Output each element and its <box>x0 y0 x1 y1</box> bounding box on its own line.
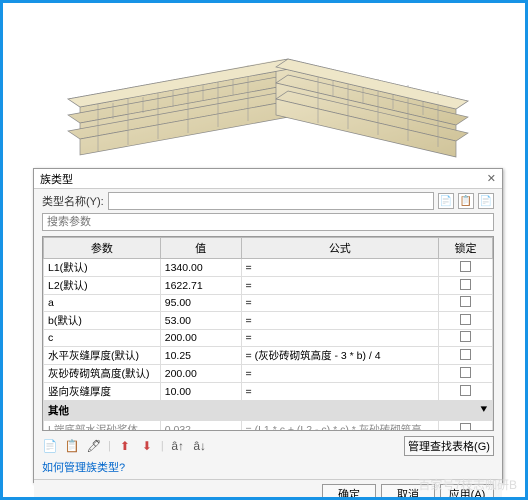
dialog-titlebar: 族类型 ✕ <box>34 169 502 189</box>
cell-lock[interactable] <box>439 365 493 383</box>
lock-checkbox[interactable] <box>460 314 471 325</box>
cell-value[interactable]: 1340.00 <box>160 259 241 277</box>
table-row[interactable]: c200.00= <box>44 330 493 347</box>
table-row[interactable]: L端底部水泥砂浆体积(默认)0.032= (L1 * c + (L2 - c) … <box>44 421 493 432</box>
lookup-tables-button[interactable]: 管理查找表格(G) <box>404 436 494 456</box>
ok-button[interactable]: 确定 <box>322 484 376 500</box>
cell-value[interactable]: 200.00 <box>160 365 241 383</box>
cell-param[interactable]: 水平灰缝厚度(默认) <box>44 347 161 365</box>
cell-param[interactable]: L1(默认) <box>44 259 161 277</box>
table-row[interactable]: 灰砂砖砌筑高度(默认)200.00= <box>44 365 493 383</box>
lock-checkbox[interactable] <box>460 331 471 342</box>
cell-lock[interactable] <box>439 312 493 330</box>
search-params-input[interactable] <box>42 213 494 231</box>
cell-lock[interactable] <box>439 330 493 347</box>
type-name-label: 类型名称(Y): <box>42 193 104 209</box>
cell-lock[interactable] <box>439 259 493 277</box>
lock-checkbox[interactable] <box>460 296 471 307</box>
cell-formula[interactable]: = (灰砂砖砌筑高度 - 3 * b) / 4 <box>241 347 439 365</box>
cell-param[interactable]: 灰砂砖砌筑高度(默认) <box>44 365 161 383</box>
cell-value[interactable]: 10.00 <box>160 383 241 401</box>
col-value[interactable]: 值 <box>160 238 241 259</box>
dialog-title: 族类型 <box>40 171 73 187</box>
group-row-other[interactable]: 其他⯆ <box>44 401 493 421</box>
cell-value[interactable]: 1622.71 <box>160 277 241 295</box>
table-row[interactable]: a95.00= <box>44 295 493 312</box>
cell-param[interactable]: 竖向灰缝厚度 <box>44 383 161 401</box>
rename-type-icon[interactable]: 📄 <box>478 193 494 209</box>
cell-formula[interactable]: = <box>241 330 439 347</box>
cell-value[interactable]: 0.032 <box>160 421 241 432</box>
lock-checkbox[interactable] <box>460 279 471 290</box>
col-lock[interactable]: 锁定 <box>439 238 493 259</box>
delete-param-icon[interactable]: 🖊 <box>86 438 102 454</box>
table-row[interactable]: L2(默认)1622.71= <box>44 277 493 295</box>
lock-checkbox[interactable] <box>460 423 471 432</box>
watermark-text: 百家号7枝志咖研B <box>418 476 517 493</box>
cell-formula[interactable]: = <box>241 383 439 401</box>
new-param-icon[interactable]: 📄 <box>42 438 58 454</box>
table-row[interactable]: L1(默认)1340.00= <box>44 259 493 277</box>
cell-param[interactable]: L2(默认) <box>44 277 161 295</box>
move-down-icon[interactable]: ⬇ <box>139 438 155 454</box>
cell-value[interactable]: 95.00 <box>160 295 241 312</box>
col-param[interactable]: 参数 <box>44 238 161 259</box>
wall-model-preview <box>63 11 483 166</box>
table-row[interactable]: 水平灰缝厚度(默认)10.25= (灰砂砖砌筑高度 - 3 * b) / 4 <box>44 347 493 365</box>
lock-checkbox[interactable] <box>460 349 471 360</box>
lock-checkbox[interactable] <box>460 367 471 378</box>
cell-param[interactable]: L端底部水泥砂浆体积(默认) <box>44 421 161 432</box>
cell-param[interactable]: a <box>44 295 161 312</box>
cell-param[interactable]: b(默认) <box>44 312 161 330</box>
cell-param[interactable]: c <box>44 330 161 347</box>
cell-formula[interactable]: = <box>241 312 439 330</box>
cell-lock[interactable] <box>439 347 493 365</box>
cell-formula[interactable]: = (L1 * c + (L2 - c) * c) * 灰砂砖砌筑高度 - a <box>241 421 439 432</box>
cell-formula[interactable]: = <box>241 259 439 277</box>
parameter-table[interactable]: 参数 值 公式 锁定 L1(默认)1340.00=L2(默认)1622.71=a… <box>42 236 494 431</box>
family-types-dialog: 族类型 ✕ 类型名称(Y): 📄 📋 📄 参数 值 公式 锁定 L1(默认)13… <box>33 168 503 483</box>
close-icon[interactable]: ✕ <box>487 172 496 185</box>
table-row[interactable]: 竖向灰缝厚度10.00= <box>44 383 493 401</box>
cell-formula[interactable]: = <box>241 295 439 312</box>
cell-value[interactable]: 10.25 <box>160 347 241 365</box>
cell-formula[interactable]: = <box>241 365 439 383</box>
sort-asc-icon[interactable]: â↑ <box>170 438 186 454</box>
modify-param-icon[interactable]: 📋 <box>64 438 80 454</box>
lock-checkbox[interactable] <box>460 385 471 396</box>
type-name-input[interactable] <box>108 192 434 210</box>
sort-desc-icon[interactable]: â↓ <box>192 438 208 454</box>
col-formula[interactable]: 公式 <box>241 238 439 259</box>
param-toolbar: 📄 📋 🖊 | ⬆ ⬇ | â↑ â↓ 管理查找表格(G) <box>34 433 502 459</box>
cell-lock[interactable] <box>439 295 493 312</box>
lock-checkbox[interactable] <box>460 261 471 272</box>
new-type-icon[interactable]: 📄 <box>438 193 454 209</box>
table-row[interactable]: b(默认)53.00= <box>44 312 493 330</box>
cell-value[interactable]: 53.00 <box>160 312 241 330</box>
duplicate-type-icon[interactable]: 📋 <box>458 193 474 209</box>
cell-lock[interactable] <box>439 383 493 401</box>
cell-lock[interactable] <box>439 277 493 295</box>
cell-value[interactable]: 200.00 <box>160 330 241 347</box>
move-up-icon[interactable]: ⬆ <box>117 438 133 454</box>
cell-formula[interactable]: = <box>241 277 439 295</box>
cell-lock[interactable] <box>439 421 493 432</box>
